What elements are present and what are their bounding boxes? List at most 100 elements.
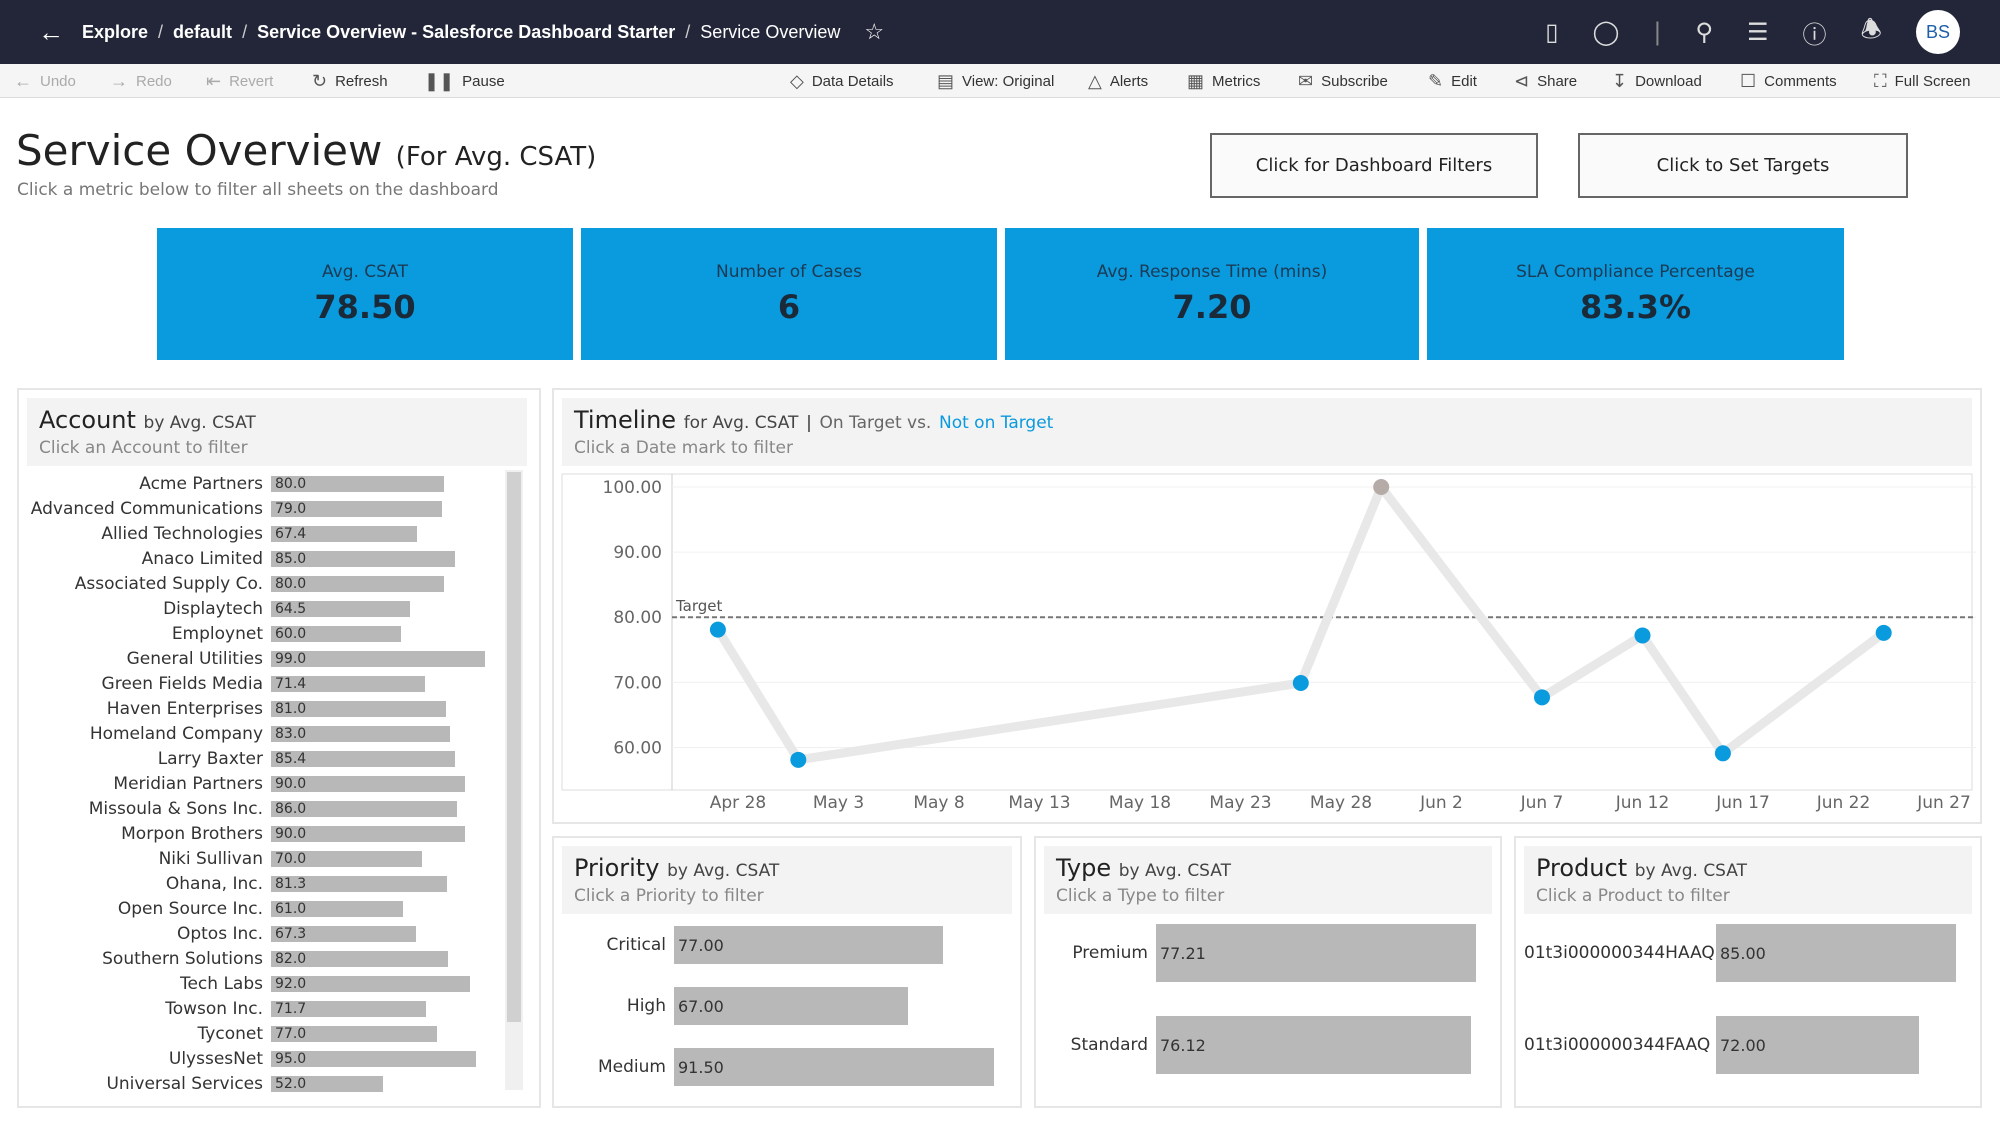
refresh-button[interactable]: ↻ Refresh xyxy=(312,64,388,98)
account-bar[interactable]: 70.0 xyxy=(271,851,423,867)
account-row[interactable]: Optos Inc. 67.3 xyxy=(19,924,417,944)
account-bar[interactable]: 90.0 xyxy=(271,826,466,842)
product-bar[interactable]: 85.00 xyxy=(1716,924,1956,982)
account-row[interactable]: Morpon Brothers 90.0 xyxy=(19,824,466,844)
priority-row[interactable]: Medium 91.50 xyxy=(562,1048,994,1086)
account-row[interactable]: UlyssesNet 95.0 xyxy=(19,1049,477,1069)
revert-button[interactable]: ⇤ Revert xyxy=(206,64,273,98)
priority-row[interactable]: High 67.00 xyxy=(562,987,909,1025)
account-scrollbar[interactable] xyxy=(505,470,523,1090)
kpi-sla-compliance[interactable]: SLA Compliance Percentage 83.3% xyxy=(1427,228,1844,360)
redo-button[interactable]: → Redo xyxy=(110,64,172,98)
account-bar[interactable]: 64.5 xyxy=(271,601,411,617)
scrollbar-thumb[interactable] xyxy=(507,472,521,1022)
account-bar[interactable]: 67.4 xyxy=(271,526,417,542)
account-row[interactable]: Allied Technologies 67.4 xyxy=(19,524,417,544)
account-row[interactable]: Meridian Partners 90.0 xyxy=(19,774,466,794)
account-row[interactable]: Green Fields Media 71.4 xyxy=(19,674,426,694)
back-arrow-icon[interactable]: ← xyxy=(38,17,64,48)
search-icon[interactable]: ⚲ xyxy=(1695,18,1713,46)
account-bar[interactable]: 95.0 xyxy=(271,1051,477,1067)
account-bar[interactable]: 71.4 xyxy=(271,676,426,692)
account-bar[interactable]: 60.0 xyxy=(271,626,401,642)
data-details-button[interactable]: ◇ Data Details xyxy=(790,64,894,98)
account-row[interactable]: Displaytech 64.5 xyxy=(19,599,411,619)
share-button[interactable]: ⊲ Share xyxy=(1514,64,1577,98)
breadcrumb-default[interactable]: default xyxy=(173,22,232,43)
priority-bar[interactable]: 91.50 xyxy=(674,1048,994,1086)
breadcrumb-explore[interactable]: Explore xyxy=(82,22,148,43)
account-row[interactable]: Niki Sullivan 70.0 xyxy=(19,849,423,869)
avatar[interactable]: BS xyxy=(1916,10,1960,54)
account-bar[interactable]: 67.3 xyxy=(271,926,417,942)
kpi-avg-response-time[interactable]: Avg. Response Time (mins) 7.20 xyxy=(1005,228,1419,360)
comments-button[interactable]: ☐ Comments xyxy=(1740,64,1837,98)
product-row[interactable]: 01t3i000000344HAAQ 85.00 xyxy=(1524,924,1956,982)
account-row[interactable]: Missoula & Sons Inc. 86.0 xyxy=(19,799,457,819)
set-targets-button[interactable]: Click to Set Targets xyxy=(1578,133,1908,198)
data-source-icon[interactable]: ◯ xyxy=(1592,18,1619,46)
account-row[interactable]: Tech Labs 92.0 xyxy=(19,974,470,994)
product-bar[interactable]: 72.00 xyxy=(1716,1016,1920,1074)
favorite-star-icon[interactable]: ☆ xyxy=(864,19,884,45)
account-bar[interactable]: 92.0 xyxy=(271,976,470,992)
pause-button[interactable]: ❚❚ Pause xyxy=(424,64,505,98)
account-row[interactable]: Southern Solutions 82.0 xyxy=(19,949,449,969)
priority-row[interactable]: Critical 77.00 xyxy=(562,926,944,964)
account-row[interactable]: General Utilities 99.0 xyxy=(19,649,485,669)
account-bar[interactable]: 83.0 xyxy=(271,726,451,742)
data-point[interactable] xyxy=(1875,624,1892,641)
view-button[interactable]: ▤ View: Original xyxy=(937,64,1054,98)
account-bar[interactable]: 80.0 xyxy=(271,576,444,592)
account-bar[interactable]: 90.0 xyxy=(271,776,466,792)
alerts-button[interactable]: △ Alerts xyxy=(1088,64,1148,98)
subscribe-button[interactable]: ✉ Subscribe xyxy=(1298,64,1388,98)
account-row[interactable]: Acme Partners 80.0 xyxy=(19,474,444,494)
kpi-number-of-cases[interactable]: Number of Cases 6 xyxy=(581,228,997,360)
account-bar[interactable]: 77.0 xyxy=(271,1026,438,1042)
device-preview-icon[interactable]: ▯ xyxy=(1545,18,1558,46)
type-row[interactable]: Standard 76.12 xyxy=(1044,1016,1472,1074)
data-point[interactable] xyxy=(1373,479,1390,496)
recents-icon[interactable]: ☰ xyxy=(1747,18,1769,46)
dashboard-filters-button[interactable]: Click for Dashboard Filters xyxy=(1210,133,1538,198)
breadcrumb-workbook[interactable]: Service Overview - Salesforce Dashboard … xyxy=(257,22,675,43)
edit-button[interactable]: ✎ Edit xyxy=(1428,64,1477,98)
type-row[interactable]: Premium 77.21 xyxy=(1044,924,1476,982)
priority-bar[interactable]: 77.00 xyxy=(674,926,944,964)
account-bar[interactable]: 79.0 xyxy=(271,501,442,517)
data-point[interactable] xyxy=(709,621,726,638)
data-point[interactable] xyxy=(1634,627,1651,644)
account-bar[interactable]: 71.7 xyxy=(271,1001,426,1017)
account-bar[interactable]: 52.0 xyxy=(271,1076,384,1092)
undo-button[interactable]: ← Undo xyxy=(14,64,76,98)
kpi-avg-csat[interactable]: Avg. CSAT 78.50 xyxy=(157,228,573,360)
full-screen-button[interactable]: ⛶ Full Screen xyxy=(1874,64,1970,98)
type-bar[interactable]: 77.21 xyxy=(1156,924,1476,982)
account-bar[interactable]: 61.0 xyxy=(271,901,403,917)
notification-bell-icon[interactable]: 🕭 xyxy=(1861,12,1882,53)
account-bar[interactable]: 81.0 xyxy=(271,701,446,717)
data-point[interactable] xyxy=(790,751,807,768)
account-row[interactable]: Advanced Communications 79.0 xyxy=(19,499,442,519)
account-row[interactable]: Anaco Limited 85.0 xyxy=(19,549,455,569)
account-bar[interactable]: 86.0 xyxy=(271,801,457,817)
account-row[interactable]: Employnet 60.0 xyxy=(19,624,401,644)
account-row[interactable]: Larry Baxter 85.4 xyxy=(19,749,456,769)
account-row[interactable]: Homeland Company 83.0 xyxy=(19,724,451,744)
help-icon[interactable]: ⓘ xyxy=(1803,15,1827,50)
data-point[interactable] xyxy=(1714,745,1731,762)
account-bar[interactable]: 85.4 xyxy=(271,751,456,767)
data-point[interactable] xyxy=(1292,674,1309,691)
download-button[interactable]: ↧ Download xyxy=(1612,64,1702,98)
account-row[interactable]: Associated Supply Co. 80.0 xyxy=(19,574,444,594)
account-bar[interactable]: 80.0 xyxy=(271,476,444,492)
account-bar[interactable]: 85.0 xyxy=(271,551,455,567)
priority-bar[interactable]: 67.00 xyxy=(674,987,909,1025)
account-bar[interactable]: 82.0 xyxy=(271,951,449,967)
account-row[interactable]: Open Source Inc. 61.0 xyxy=(19,899,403,919)
account-row[interactable]: Tyconet 77.0 xyxy=(19,1024,438,1044)
metrics-button[interactable]: ▦ Metrics xyxy=(1187,64,1260,98)
type-bar[interactable]: 76.12 xyxy=(1156,1016,1472,1074)
account-bar[interactable]: 99.0 xyxy=(271,651,485,667)
